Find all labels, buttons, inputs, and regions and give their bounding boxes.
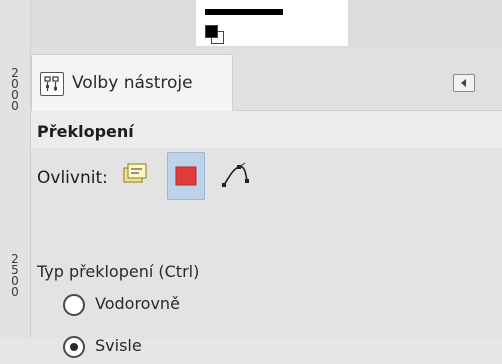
canvas-area xyxy=(31,0,502,48)
radio-horizontal-label: Vodorovně xyxy=(95,294,180,313)
tool-options-dock: Volby nástroje Překlopení Ovlivnit: Typ … xyxy=(31,48,502,358)
ruler-value-bottom: 2 5 0 0 xyxy=(11,252,19,299)
tab-menu-button[interactable] xyxy=(453,74,475,92)
affect-layer-button[interactable] xyxy=(117,152,153,198)
path-icon xyxy=(222,162,249,187)
tab-menu-arrow-icon xyxy=(461,79,466,87)
affect-path-button[interactable] xyxy=(217,152,253,198)
radio-button-vertical[interactable] xyxy=(63,336,85,358)
radio-button-horizontal[interactable] xyxy=(63,294,85,316)
foreground-color-swatch[interactable] xyxy=(205,25,218,38)
tool-options-body: Ovlivnit: Typ překlopení (Ctrl) Vodorovn… xyxy=(31,148,502,358)
selection-icon xyxy=(175,166,197,186)
radio-vertical-label: Svisle xyxy=(95,336,142,355)
radio-selected-dot xyxy=(70,343,78,351)
ruler-value-top: 2 0 0 0 xyxy=(11,66,19,113)
foreground-color-bar xyxy=(205,9,283,15)
tab-tool-options-label: Volby nástroje xyxy=(72,73,193,93)
flip-type-label: Typ překlopení (Ctrl) xyxy=(37,262,200,281)
tool-options-title: Překlopení xyxy=(37,122,134,141)
radio-vertical[interactable]: Svisle xyxy=(63,334,363,364)
dock-tabbar: Volby nástroje xyxy=(31,48,502,111)
affect-selection-button[interactable] xyxy=(167,152,205,200)
affect-label: Ovlivnit: xyxy=(37,168,108,188)
tab-tool-options[interactable]: Volby nástroje xyxy=(31,54,233,111)
radio-horizontal[interactable]: Vodorovně xyxy=(63,292,363,322)
vertical-ruler: 2 0 0 0 2 5 0 0 xyxy=(0,0,31,338)
tool-options-icon xyxy=(40,72,64,96)
layer-icon xyxy=(123,163,147,183)
